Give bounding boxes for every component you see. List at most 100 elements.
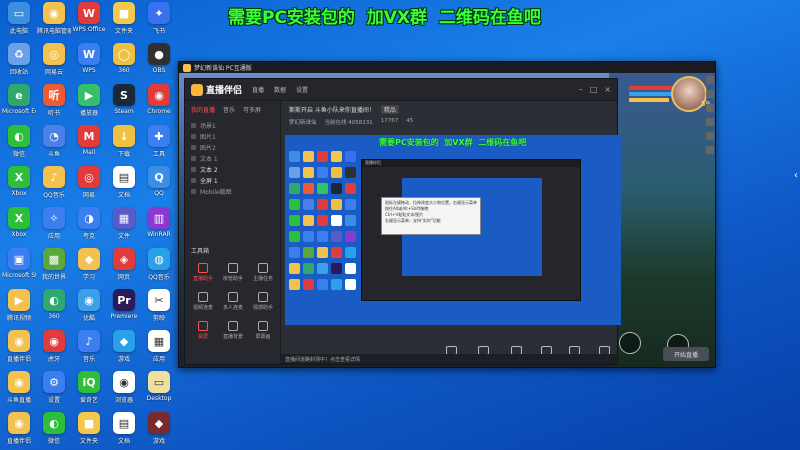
desktop-icon[interactable]: ■ 文件夹 (107, 2, 141, 43)
tool-button[interactable]: 投屏 (189, 317, 217, 344)
live-title[interactable]: 斯斯开启 斗鱼小队来你直播间！ (289, 105, 375, 114)
minimize-icon[interactable]: – (579, 85, 583, 94)
tool-icon[interactable] (706, 90, 714, 98)
desktop-icon[interactable]: ▭ Desktop (142, 371, 176, 412)
desktop-icon[interactable]: ◎ 网易 (72, 166, 106, 207)
stream-preview[interactable]: 需要PC安装包的 加VX群 二维码在鱼吧 直播伴侣 鼠标左键拖动，拉伸改变大小和… (285, 135, 621, 325)
desktop-icon[interactable]: Q QQ (142, 166, 176, 207)
desktop-icon[interactable]: 听听书 (37, 84, 71, 125)
desktop-icon[interactable]: ◉ 浏览器 (107, 371, 141, 412)
desktop-icon[interactable]: ◍ QQ音乐 (142, 248, 176, 289)
desktop-icon[interactable]: ◉ 虎牙 (37, 330, 71, 371)
desktop-icon[interactable]: iQ 爱奇艺 (72, 371, 106, 412)
desktop-icon[interactable]: ◐ 360 (37, 289, 71, 330)
tool-button[interactable]: 多人连麦 (219, 288, 247, 315)
desktop-icon[interactable]: ⚙ 设置 (37, 371, 71, 412)
eye-icon[interactable] (191, 167, 196, 172)
desktop-icon[interactable]: ◐ 微信 (2, 125, 36, 166)
tool-button[interactable]: 直播背景 (219, 317, 247, 344)
tool-button[interactable]: 屏幕画 (249, 317, 277, 344)
scene-item[interactable]: 文本 1 (191, 153, 274, 164)
desktop-icon[interactable]: ▭ 此电脑 (2, 2, 36, 43)
desktop-icon[interactable]: M Mail (72, 125, 106, 166)
tool-button[interactable]: 直播助手 (189, 259, 217, 286)
scene-item[interactable]: 文本 2 (191, 164, 274, 175)
scene-item[interactable]: 图片1 (191, 131, 274, 142)
desktop-icon[interactable]: ◯ 360 (107, 43, 141, 84)
desktop-icon[interactable]: e Microsoft Edge (2, 84, 36, 125)
desktop-icon[interactable]: ◑ 夸克 (72, 207, 106, 248)
tool-icon[interactable] (706, 104, 714, 112)
desktop-icon[interactable]: ▩ 我的世界 (37, 248, 71, 289)
desktop-icon[interactable]: ▥ WinRAR (142, 207, 176, 248)
tool-button[interactable]: 主播任务 (249, 259, 277, 286)
desktop-icon[interactable]: Pr Premiere (107, 289, 141, 330)
top-button-live[interactable]: 直播 (252, 85, 264, 94)
eye-icon[interactable] (191, 123, 196, 128)
desktop-icon[interactable]: ✦ 飞书 (142, 2, 176, 43)
desktop-icon[interactable]: ◆ 游戏 (107, 330, 141, 371)
tool-button[interactable]: 视频连麦 (189, 288, 217, 315)
tool-icon[interactable] (706, 132, 714, 140)
desktop-icon[interactable]: ◔ 斗鱼 (37, 125, 71, 166)
desktop-icon[interactable]: ◉ 直播伴侣 (2, 330, 36, 371)
desktop-icon[interactable]: ◈ 网页 (107, 248, 141, 289)
desktop-icon[interactable]: ✚ 工具 (142, 125, 176, 166)
close-icon[interactable]: × (604, 85, 611, 94)
desktop-icon[interactable]: ◉ Chrome (142, 84, 176, 125)
top-button-settings[interactable]: 设置 (296, 85, 308, 94)
tool-icon[interactable] (706, 118, 714, 126)
desktop-icon[interactable]: ▤ 文档 (107, 166, 141, 207)
desktop-icon[interactable]: ◉ 优酷 (72, 289, 106, 330)
desktop-icon[interactable]: X Xbox (2, 166, 36, 207)
eye-icon[interactable] (191, 189, 196, 194)
scene-item[interactable]: 场景1 (191, 120, 274, 131)
tab-music[interactable]: 音乐 (223, 105, 235, 114)
desktop-icon[interactable]: ◆ 学习 (72, 248, 106, 289)
scene-item[interactable]: Mobile截图 (191, 186, 274, 197)
eye-icon[interactable] (191, 156, 196, 161)
desktop-icon[interactable]: ♪ QQ音乐 (37, 166, 71, 207)
desktop-icon[interactable]: S Steam (107, 84, 141, 125)
desktop-icon[interactable]: ● OBS (142, 43, 176, 84)
desktop-icon[interactable]: ◎ 网易云 (37, 43, 71, 84)
desktop-icon[interactable]: ▦ 文件 (107, 207, 141, 248)
desktop-icon[interactable]: ▤ 文档 (107, 412, 141, 450)
desktop-icon[interactable]: ▦ 应用 (142, 330, 176, 371)
desktop-icon[interactable]: ✧ 应用 (37, 207, 71, 248)
desktop-icon[interactable]: ♪ 音乐 (72, 330, 106, 371)
desktop-icon[interactable]: ▣ Microsoft Store (2, 248, 36, 289)
eye-icon[interactable] (191, 178, 196, 183)
desktop-icon[interactable]: W WPS Office (72, 2, 106, 43)
tool-icon[interactable] (706, 76, 714, 84)
tool-button[interactable]: 房管助手 (219, 259, 247, 286)
desktop-icon[interactable]: ■ 文件夹 (72, 412, 106, 450)
skill-button[interactable] (619, 332, 641, 354)
desktop-icon[interactable]: W WPS (72, 43, 106, 84)
top-button-data[interactable]: 数据 (274, 85, 286, 94)
scene-item[interactable]: 图片2 (191, 142, 274, 153)
desktop-icon[interactable]: ◆ 游戏 (142, 412, 176, 450)
scene-item[interactable]: 全屏 1 (191, 175, 274, 186)
desktop-icon[interactable]: ▶ 播放器 (72, 84, 106, 125)
eye-icon[interactable] (191, 145, 196, 150)
streaming-app-window[interactable]: 直播伴侣 直播 数据 设置 – □ × 我的直播 音乐 可多屏 场景1 图片1 图片… (184, 78, 709, 365)
desktop-icon[interactable]: ◉ 腾讯电脑管家 (37, 2, 71, 43)
desktop-icon[interactable]: X Xbox (2, 207, 36, 248)
desktop-icon[interactable]: ♻ 回收站 (2, 43, 36, 84)
chevron-left-icon[interactable]: ‹ (794, 170, 798, 181)
tab-multi-screen[interactable]: 可多屏 (243, 105, 261, 114)
game-window-titlebar[interactable]: 梦幻新诛仙 PC互通版 (179, 62, 715, 73)
desktop-icon[interactable]: ✂ 剪映 (142, 289, 176, 330)
start-live-button[interactable]: 开始直播 (663, 347, 709, 361)
desktop-icon[interactable]: ◉ 斗鱼直播 (2, 371, 36, 412)
desktop-icon[interactable]: ▶ 腾讯视频 (2, 289, 36, 330)
tool-button[interactable]: 情感助手 (249, 288, 277, 315)
tab-my-live[interactable]: 我的直播 (191, 105, 215, 114)
maximize-icon[interactable]: □ (590, 85, 598, 94)
desktop-icon[interactable]: ↓ 下载 (107, 125, 141, 166)
game-scene-right[interactable] (609, 73, 715, 367)
tool-icon[interactable] (706, 146, 714, 154)
desktop-icon[interactable]: ◐ 微信 (37, 412, 71, 450)
eye-icon[interactable] (191, 134, 196, 139)
